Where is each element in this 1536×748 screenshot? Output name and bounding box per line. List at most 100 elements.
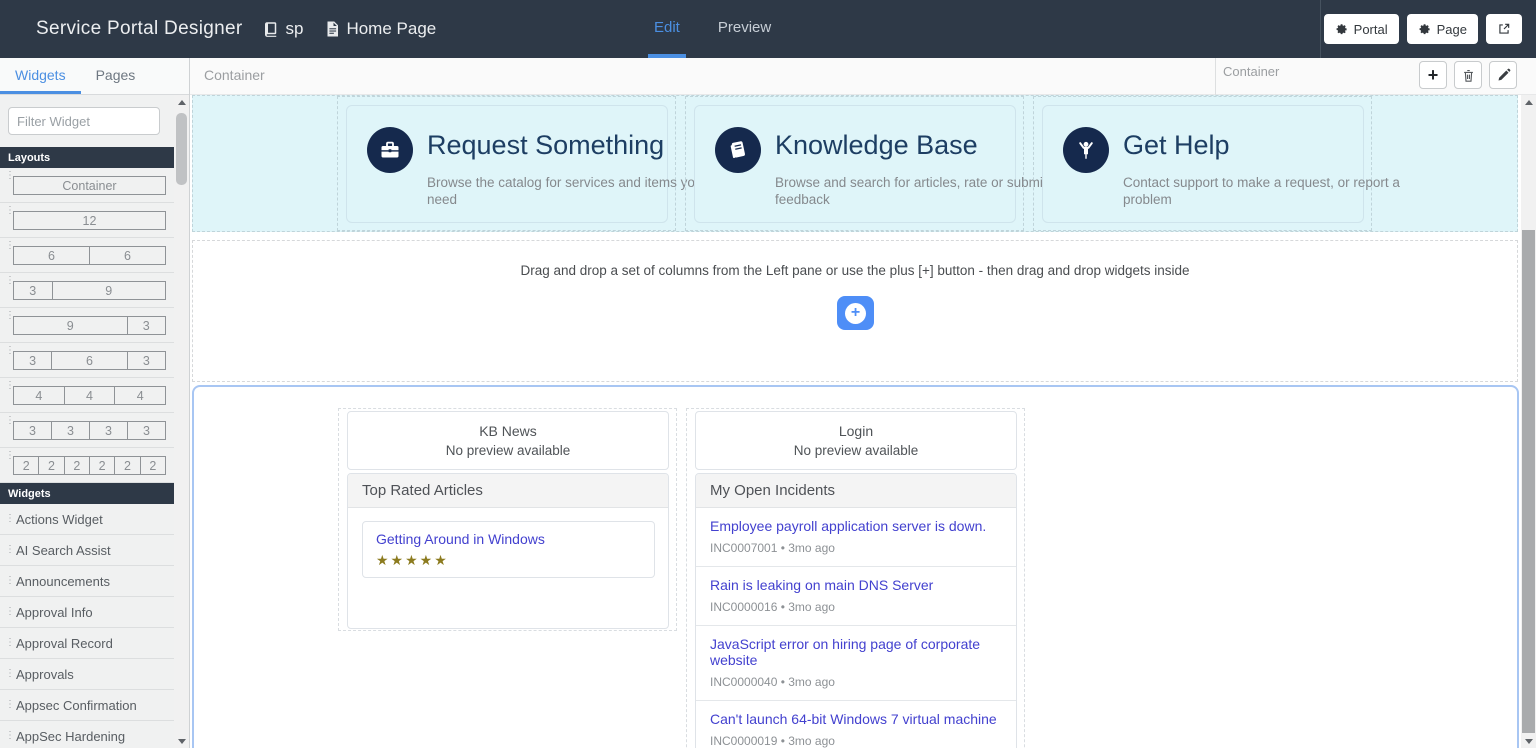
- filter-widget-wrap: [0, 95, 175, 147]
- sidebar-tabs: Widgets Pages: [0, 58, 189, 95]
- canvas-scrollbar[interactable]: [1521, 95, 1536, 748]
- widget-item-actions-widget[interactable]: ⋮Actions Widget: [0, 504, 175, 535]
- widget-name: KB News: [348, 423, 668, 439]
- top-rated-articles-widget[interactable]: Top Rated Articles Getting Around in Win…: [347, 473, 669, 629]
- scroll-up-icon[interactable]: [1521, 95, 1536, 109]
- incident-row[interactable]: Employee payroll application server is d…: [696, 508, 1016, 567]
- hero-column-1[interactable]: Request Something Browse the catalog for…: [337, 96, 676, 231]
- widget-item-approvals[interactable]: ⋮Approvals: [0, 659, 175, 690]
- widget-column-1[interactable]: KB News No preview available Top Rated A…: [338, 408, 677, 631]
- drag-handle-icon: ⋮: [5, 514, 15, 524]
- article-link[interactable]: Getting Around in Windows: [376, 531, 545, 547]
- layout-cell: 3: [51, 421, 90, 440]
- hero-column-3[interactable]: Get Help Contact support to make a reque…: [1033, 96, 1372, 231]
- add-columns-button[interactable]: +: [837, 296, 874, 330]
- drag-handle-icon: ⋮: [5, 607, 15, 617]
- card-description: Browse the catalog for services and item…: [427, 174, 727, 208]
- tab-preview[interactable]: Preview: [712, 0, 777, 58]
- app-title: Service Portal Designer: [36, 18, 242, 40]
- kb-news-widget[interactable]: KB News No preview available: [347, 411, 669, 470]
- widget-column-2[interactable]: Login No preview available My Open Incid…: [686, 408, 1025, 748]
- service-portal-designer: Service Portal Designer sp Home Page Edi…: [0, 0, 1536, 748]
- card-title: Knowledge Base: [775, 130, 978, 161]
- incident-link[interactable]: Rain is leaking on main DNS Server: [710, 577, 933, 593]
- layout-item-12[interactable]: ⋮ 12: [0, 203, 175, 238]
- drag-handle-icon: ⋮: [5, 638, 15, 648]
- layout-item-3-9[interactable]: ⋮ 3 9: [0, 273, 175, 308]
- login-widget[interactable]: Login No preview available: [695, 411, 1017, 470]
- tab-edit[interactable]: Edit: [648, 0, 686, 58]
- header-divider: [1320, 0, 1321, 58]
- sidebar-tab-widgets[interactable]: Widgets: [0, 58, 81, 94]
- layout-cell: 2: [13, 456, 39, 475]
- incident-row[interactable]: Can't launch 64-bit Windows 7 virtual ma…: [696, 701, 1016, 748]
- widget-item-announcements[interactable]: ⋮Announcements: [0, 566, 175, 597]
- widget-item-approval-info[interactable]: ⋮Approval Info: [0, 597, 175, 628]
- empty-container-dropzone[interactable]: Drag and drop a set of columns from the …: [192, 240, 1518, 382]
- add-button[interactable]: +: [1419, 61, 1447, 89]
- layout-cell: 2: [64, 456, 90, 475]
- widget-item-label: Actions Widget: [16, 512, 103, 527]
- layout-cell: 3: [13, 351, 52, 370]
- layout-cell: 3: [127, 316, 167, 335]
- app-header: Service Portal Designer sp Home Page Edi…: [0, 0, 1536, 58]
- filter-widget-input[interactable]: [8, 107, 160, 135]
- layout-cell: 4: [13, 386, 65, 405]
- incident-row[interactable]: Rain is leaking on main DNS Server INC00…: [696, 567, 1016, 626]
- selected-container[interactable]: KB News No preview available Top Rated A…: [192, 385, 1519, 748]
- person-icon: [1074, 138, 1098, 162]
- incident-meta: INC0000040 • 3mo ago: [710, 675, 1002, 689]
- portal-name: sp: [285, 19, 303, 39]
- my-open-incidents-widget[interactable]: My Open Incidents Employee payroll appli…: [695, 473, 1017, 748]
- sidebar-tab-pages[interactable]: Pages: [81, 58, 151, 94]
- incident-link[interactable]: Can't launch 64-bit Windows 7 virtual ma…: [710, 711, 997, 727]
- incident-row[interactable]: JavaScript error on hiring page of corpo…: [696, 626, 1016, 701]
- page-settings-button[interactable]: Page: [1407, 14, 1478, 44]
- open-in-new-button[interactable]: [1486, 14, 1522, 44]
- layout-cell: 4: [64, 386, 116, 405]
- icon-circle: [367, 127, 413, 173]
- layout-cell: 3: [127, 421, 166, 440]
- incident-link[interactable]: JavaScript error on hiring page of corpo…: [710, 636, 1002, 668]
- widget-item-appsec-confirmation[interactable]: ⋮Appsec Confirmation: [0, 690, 175, 721]
- drag-handle-icon: ⋮: [5, 576, 15, 586]
- hero-container[interactable]: Request Something Browse the catalog for…: [192, 95, 1518, 232]
- layout-item-3-6-3[interactable]: ⋮ 3 6 3: [0, 343, 175, 378]
- scrollbar-thumb[interactable]: [1522, 230, 1535, 733]
- scroll-down-icon[interactable]: [1521, 734, 1536, 748]
- selected-container-label: Container: [1223, 64, 1279, 79]
- widget-item-approval-record[interactable]: ⋮Approval Record: [0, 628, 175, 659]
- layout-item-container[interactable]: ⋮ Container: [0, 168, 175, 203]
- delete-button[interactable]: [1454, 61, 1482, 89]
- article-card[interactable]: Getting Around in Windows ★★★★★: [362, 521, 655, 578]
- page-breadcrumb[interactable]: Home Page: [323, 19, 436, 39]
- layout-item-6-6[interactable]: ⋮ 6 6: [0, 238, 175, 273]
- page-icon: [323, 20, 341, 38]
- page-canvas: Request Something Browse the catalog for…: [190, 95, 1536, 748]
- layout-item-2x6[interactable]: ⋮ 2 2 2 2 2 2: [0, 448, 175, 483]
- scrollbar-thumb[interactable]: [176, 113, 187, 185]
- edit-button[interactable]: [1489, 61, 1517, 89]
- layout-item-9-3[interactable]: ⋮ 9 3: [0, 308, 175, 343]
- request-something-card[interactable]: Request Something Browse the catalog for…: [346, 105, 668, 223]
- card-description: Browse and search for articles, rate or …: [775, 174, 1075, 208]
- drag-handle-icon: ⋮: [5, 669, 15, 679]
- portal-settings-button[interactable]: Portal: [1324, 14, 1399, 44]
- scroll-down-icon[interactable]: [174, 734, 189, 748]
- layout-cell: 3: [13, 421, 52, 440]
- layout-cell: 3: [13, 281, 53, 300]
- sidebar-scrollbar[interactable]: [174, 95, 189, 748]
- knowledge-base-card[interactable]: Knowledge Base Browse and search for art…: [694, 105, 1016, 223]
- layout-item-4-4-4[interactable]: ⋮ 4 4 4: [0, 378, 175, 413]
- widget-item-appsec-hardening[interactable]: ⋮AppSec Hardening: [0, 721, 175, 748]
- hero-column-2[interactable]: Knowledge Base Browse and search for art…: [685, 96, 1024, 231]
- dropzone-hint: Drag and drop a set of columns from the …: [193, 263, 1517, 278]
- scroll-up-icon[interactable]: [174, 95, 189, 109]
- get-help-card[interactable]: Get Help Contact support to make a reque…: [1042, 105, 1364, 223]
- widget-item-label: Announcements: [16, 574, 110, 589]
- incident-link[interactable]: Employee payroll application server is d…: [710, 518, 986, 534]
- portal-breadcrumb[interactable]: sp: [262, 19, 303, 39]
- widget-item-ai-search-assist[interactable]: ⋮AI Search Assist: [0, 535, 175, 566]
- layouts-section-header: Layouts: [0, 147, 175, 168]
- layout-item-3-3-3-3[interactable]: ⋮ 3 3 3 3: [0, 413, 175, 448]
